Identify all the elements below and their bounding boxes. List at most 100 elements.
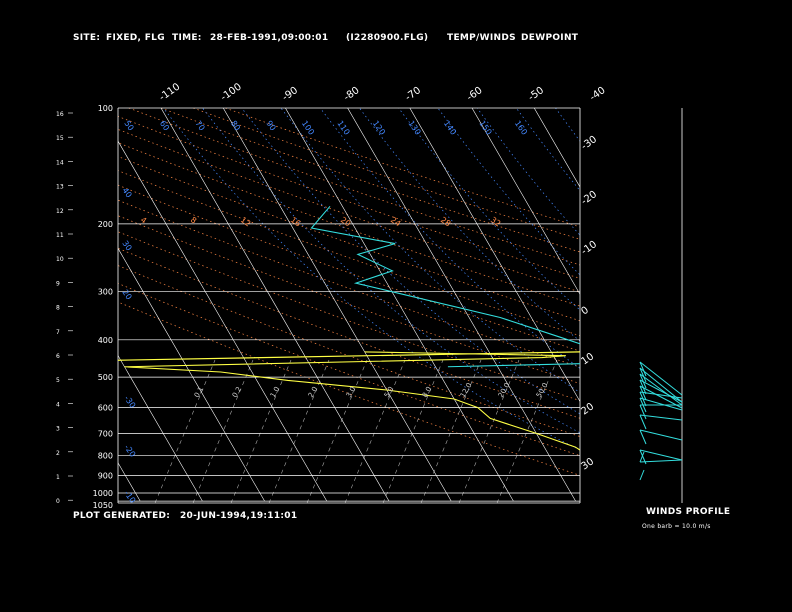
wind-barb-flag bbox=[639, 469, 645, 481]
isotherm-label-top: -110 bbox=[157, 81, 182, 103]
isotherm-line bbox=[596, 108, 792, 501]
moist-adiabat-line bbox=[712, 108, 792, 501]
isotherm-line bbox=[160, 108, 390, 502]
mixing-ratio-label: 8.0 bbox=[421, 385, 433, 399]
mixing-ratio-label: 50.0 bbox=[535, 381, 550, 399]
mixing-ratio-label: 20.0 bbox=[497, 381, 512, 399]
isotherm-label-right: 0 bbox=[579, 305, 591, 318]
dry-adiabat-label: 12 bbox=[239, 215, 253, 228]
isotherm-label-top: -60 bbox=[465, 85, 485, 103]
mixing-ratio-line bbox=[192, 359, 254, 503]
wind-barb bbox=[639, 459, 683, 463]
moist-adiabat-label: 110 bbox=[335, 119, 351, 137]
dry-adiabat-line bbox=[193, 108, 580, 240]
height-label: 13 bbox=[56, 184, 64, 191]
wind-barb bbox=[639, 449, 683, 461]
isotherm-label-right: 10 bbox=[579, 351, 596, 367]
wind-barb-flag bbox=[639, 429, 647, 445]
moist-adiabat-label: 130 bbox=[406, 119, 422, 137]
dry-adiabat-label: 20 bbox=[339, 215, 353, 228]
moist-adiabat-label-left: -10 bbox=[122, 489, 137, 505]
isotherm-line bbox=[0, 108, 78, 501]
height-label: 6 bbox=[56, 353, 60, 360]
pressure-label: 1050 bbox=[93, 501, 113, 510]
mixing-ratio-label: 1.0 bbox=[269, 385, 281, 399]
pressure-label: 200 bbox=[98, 220, 113, 229]
height-label: 7 bbox=[56, 329, 60, 336]
moist-adiabat-label: 150 bbox=[477, 119, 493, 137]
isotherm-label-right: 20 bbox=[579, 401, 596, 417]
dry-adiabat-line bbox=[128, 108, 580, 266]
isotherm-label-top: -70 bbox=[403, 85, 423, 103]
moist-adiabat-label-left: 30 bbox=[120, 239, 133, 253]
winds-profile-label: WINDS PROFILE bbox=[646, 507, 731, 517]
dry-adiabat-label: 16 bbox=[289, 215, 303, 228]
height-label: 14 bbox=[56, 159, 64, 166]
isotherm-line bbox=[118, 354, 203, 502]
moist-adiabat-line bbox=[673, 108, 792, 501]
mixing-ratio-label: 2.0 bbox=[307, 385, 319, 399]
height-label: 16 bbox=[56, 111, 64, 118]
isotherm-line bbox=[721, 108, 792, 501]
pressure-label: 400 bbox=[98, 336, 113, 345]
mixing-ratio-label: 12.0 bbox=[459, 381, 474, 399]
pressure-label: 500 bbox=[98, 373, 113, 382]
dry-adiabat-line bbox=[118, 199, 580, 368]
pressure-label: 1000 bbox=[93, 489, 113, 498]
mixing-ratio-line bbox=[230, 359, 292, 503]
dry-adiabat-line bbox=[118, 170, 580, 337]
height-label: 2 bbox=[56, 450, 60, 457]
mixing-ratio-line bbox=[420, 359, 482, 503]
dry-adiabat-line bbox=[118, 156, 580, 322]
plot-generated-value: 20-JUN-1994,19:11:01 bbox=[180, 511, 298, 521]
isotherm-label-top: -40 bbox=[588, 85, 608, 103]
dry-adiabat-line bbox=[118, 231, 580, 401]
dry-adiabat-line bbox=[118, 184, 580, 352]
moist-adiabat-line bbox=[595, 108, 792, 501]
temperature-spike-line bbox=[447, 363, 580, 368]
moist-adiabat-label: 60 bbox=[158, 119, 171, 133]
pressure-label: 100 bbox=[98, 104, 113, 113]
dry-adiabat-line bbox=[160, 108, 580, 253]
moist-adiabat-label: 100 bbox=[300, 119, 316, 137]
isotherm-line bbox=[118, 462, 141, 502]
wind-barb bbox=[639, 429, 683, 441]
isotherm-label-right: -30 bbox=[579, 134, 599, 152]
mixing-ratio-line bbox=[306, 359, 368, 503]
moist-adiabat-label-left: 20 bbox=[120, 288, 133, 302]
dry-adiabat-line bbox=[118, 142, 580, 307]
height-label: 10 bbox=[56, 256, 64, 263]
pressure-label: 300 bbox=[98, 288, 113, 297]
dry-adiabat-line bbox=[118, 247, 580, 419]
height-label: 8 bbox=[56, 305, 60, 312]
moist-adiabat-line bbox=[398, 108, 580, 311]
isotherm-line bbox=[347, 108, 576, 502]
isotherm-label-top: -50 bbox=[526, 85, 546, 103]
dry-adiabat-label: 28 bbox=[439, 215, 453, 228]
moist-adiabat-line bbox=[634, 108, 792, 501]
pressure-label: 800 bbox=[98, 452, 113, 461]
moist-adiabat-line bbox=[280, 108, 580, 393]
moist-adiabat-line bbox=[476, 108, 580, 236]
plot-generated-label: PLOT GENERATED: bbox=[73, 511, 171, 521]
height-label: 5 bbox=[56, 377, 60, 384]
dry-adiabat-line bbox=[225, 108, 580, 228]
pressure-label: 900 bbox=[98, 471, 113, 480]
isotherm-line bbox=[285, 108, 514, 502]
mixing-ratio-label: 5.0 bbox=[383, 385, 395, 399]
isotherm-line bbox=[783, 108, 792, 501]
moist-adiabat-label: 160 bbox=[513, 119, 529, 137]
isotherm-line bbox=[659, 108, 792, 501]
isotherm-label-top: -80 bbox=[342, 85, 362, 103]
moist-adiabat-line bbox=[555, 108, 580, 142]
height-label: 12 bbox=[56, 208, 64, 215]
dry-adiabat-label: 24 bbox=[389, 215, 403, 228]
dewpoint-spike-line bbox=[118, 351, 580, 361]
dry-adiabat-line bbox=[118, 128, 580, 293]
height-label: 11 bbox=[56, 232, 64, 239]
isotherm-line bbox=[222, 108, 452, 502]
temperature-line bbox=[310, 205, 580, 345]
isotherm-label-right: 30 bbox=[579, 456, 596, 472]
mixing-ratio-label: 0.1 bbox=[193, 385, 205, 399]
height-label: 9 bbox=[56, 280, 60, 287]
